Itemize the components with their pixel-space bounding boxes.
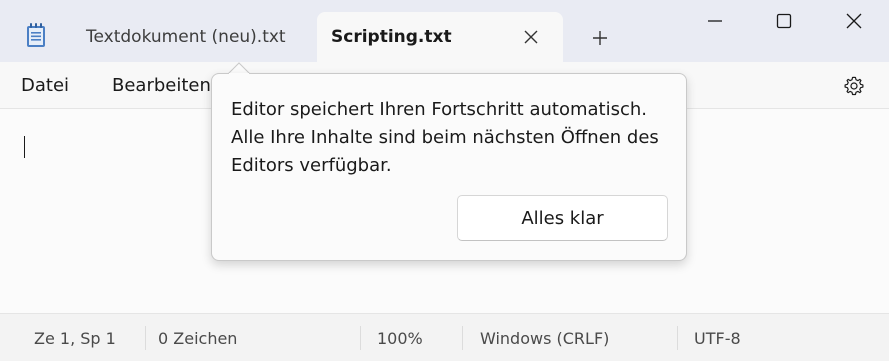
status-divider — [360, 326, 361, 350]
tab-label: Scripting.txt — [331, 27, 452, 47]
maximize-icon[interactable] — [749, 0, 819, 42]
zoom-level[interactable]: 100% — [377, 314, 423, 361]
status-divider — [145, 326, 146, 350]
popup-message: Editor speichert Ihren Fortschritt autom… — [231, 96, 681, 180]
minimize-icon[interactable] — [680, 0, 750, 42]
popup-line: Editor speichert Ihren Fortschritt autom… — [231, 99, 647, 120]
encoding[interactable]: UTF-8 — [694, 314, 741, 361]
close-icon[interactable] — [819, 0, 889, 42]
status-bar: Ze 1, Sp 1 0 Zeichen 100% Windows (CRLF)… — [0, 313, 889, 361]
tab-textdokument[interactable]: Textdokument (neu).txt — [66, 12, 316, 62]
cursor-position: Ze 1, Sp 1 — [34, 328, 116, 348]
status-divider — [462, 326, 463, 350]
plus-icon[interactable] — [586, 24, 614, 52]
notepad-icon — [24, 22, 48, 48]
menu-item-bearbeiten[interactable]: Bearbeiten — [112, 62, 211, 109]
line-ending[interactable]: Windows (CRLF) — [480, 314, 609, 361]
got-it-button[interactable]: Alles klar — [457, 195, 668, 241]
text-caret — [24, 136, 25, 158]
character-count: 0 Zeichen — [158, 328, 238, 348]
title-bar: Textdokument (neu).txt Scripting.txt — [0, 0, 889, 62]
popup-pointer-join — [229, 73, 249, 76]
popup-line: Alle Ihre Inhalte sind beim nächsten Öff… — [231, 127, 659, 148]
gear-icon[interactable] — [838, 70, 870, 102]
autosave-teaching-tip: Editor speichert Ihren Fortschritt autom… — [211, 73, 687, 261]
menu-item-datei[interactable]: Datei — [21, 62, 69, 109]
tab-label: Textdokument (neu).txt — [86, 27, 286, 47]
close-icon[interactable] — [518, 24, 544, 50]
status-divider — [677, 326, 678, 350]
popup-line: Editors verfügbar. — [231, 155, 392, 176]
